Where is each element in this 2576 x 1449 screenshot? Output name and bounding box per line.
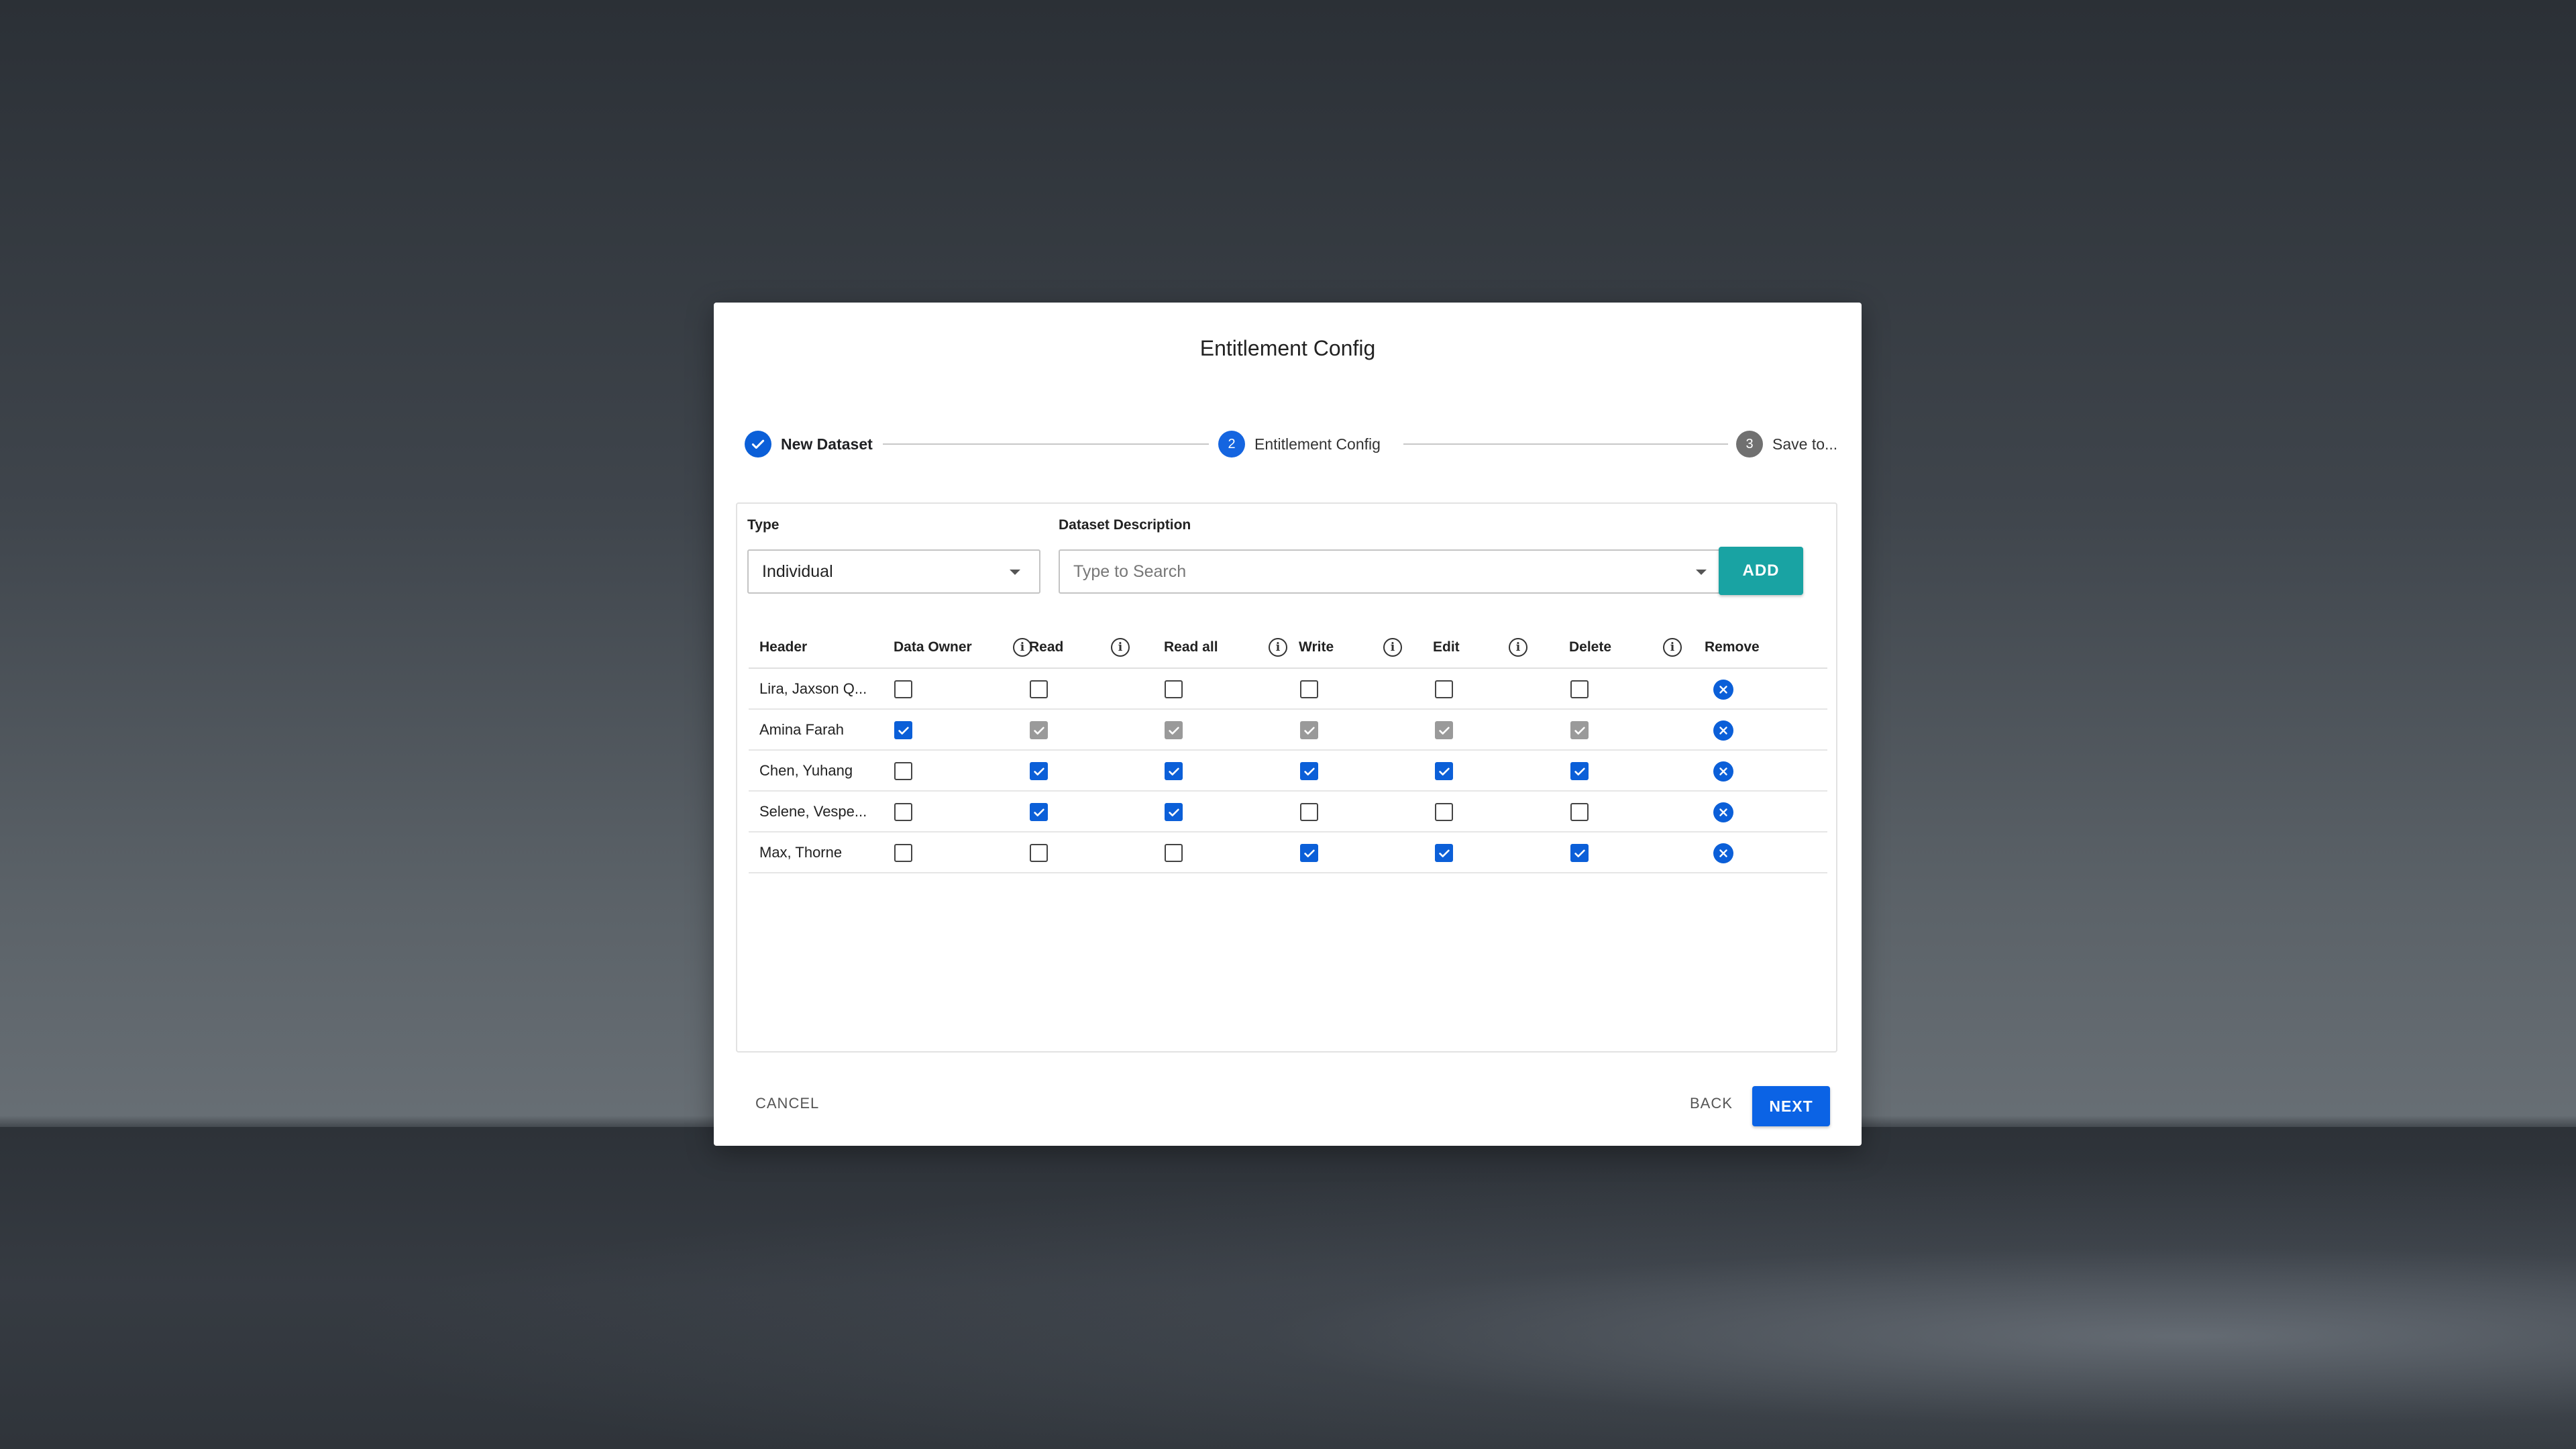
- step-label: New Dataset: [781, 435, 873, 453]
- table-row: Selene, Vespe...: [749, 792, 1827, 833]
- entitlement-panel: Type Individual Dataset Description Type…: [736, 502, 1837, 1053]
- info-icon[interactable]: i: [1663, 638, 1682, 657]
- type-value: Individual: [762, 561, 833, 581]
- row-name: Chen, Yuhang: [759, 762, 853, 779]
- back-button[interactable]: BACK: [1686, 1094, 1737, 1113]
- remove-circle-icon[interactable]: [1713, 843, 1733, 863]
- data-owner-checkbox[interactable]: [894, 680, 912, 698]
- table-row: Lira, Jaxson Q...: [749, 669, 1827, 710]
- edit-checkbox[interactable]: [1435, 680, 1453, 698]
- entitlement-config-dialog: Entitlement Config New Dataset 2 Entitle…: [714, 303, 1862, 1146]
- column-header-delete: Delete: [1569, 639, 1612, 655]
- type-select[interactable]: Individual: [747, 549, 1040, 594]
- check-icon: [745, 431, 771, 458]
- write-checkbox[interactable]: [1300, 844, 1318, 862]
- table-header-row: Header Data Owner i Read i Read all i Wr…: [749, 629, 1827, 669]
- write-checkbox[interactable]: [1300, 762, 1318, 780]
- dataset-description-label: Dataset Description: [1059, 517, 1191, 533]
- delete-checkbox[interactable]: [1570, 680, 1589, 698]
- remove-circle-icon[interactable]: [1713, 720, 1733, 741]
- type-label: Type: [747, 517, 780, 533]
- stepper: New Dataset 2 Entitlement Config 3 Save …: [745, 429, 1837, 459]
- delete-checkbox[interactable]: [1570, 803, 1589, 821]
- search-placeholder: Type to Search: [1073, 561, 1187, 581]
- column-header-read-all: Read all: [1164, 639, 1218, 655]
- step-new-dataset[interactable]: New Dataset: [745, 429, 873, 459]
- step-label: Save to...: [1772, 435, 1838, 453]
- info-icon[interactable]: i: [1269, 638, 1287, 657]
- step-entitlement-config[interactable]: 2 Entitlement Config: [1218, 429, 1381, 459]
- table-row: Chen, Yuhang: [749, 751, 1827, 792]
- caret-down-icon: [1696, 570, 1707, 575]
- background-floor: [0, 1127, 2576, 1449]
- row-name: Lira, Jaxson Q...: [759, 680, 867, 697]
- remove-circle-icon[interactable]: [1713, 802, 1733, 822]
- data-owner-checkbox[interactable]: [894, 803, 912, 821]
- data-owner-checkbox[interactable]: [894, 721, 912, 739]
- entitlement-table: Header Data Owner i Read i Read all i Wr…: [749, 629, 1827, 873]
- table-body: Lira, Jaxson Q... Amina Farah Chen, Yuhang…: [749, 669, 1827, 873]
- remove-circle-icon[interactable]: [1713, 680, 1733, 700]
- row-name: Max, Thorne: [759, 844, 843, 861]
- info-icon[interactable]: i: [1111, 638, 1130, 657]
- remove-circle-icon[interactable]: [1713, 761, 1733, 782]
- column-header-edit: Edit: [1433, 639, 1460, 655]
- table-row: Amina Farah: [749, 710, 1827, 751]
- step-connector: [1403, 443, 1728, 445]
- add-button[interactable]: ADD: [1719, 547, 1803, 595]
- edit-checkbox[interactable]: [1435, 803, 1453, 821]
- write-checkbox[interactable]: [1300, 803, 1318, 821]
- data-owner-checkbox[interactable]: [894, 762, 912, 780]
- read-checkbox[interactable]: [1030, 844, 1048, 862]
- delete-checkbox: [1570, 721, 1589, 739]
- data-owner-checkbox[interactable]: [894, 844, 912, 862]
- read-all-checkbox[interactable]: [1165, 680, 1183, 698]
- write-checkbox: [1300, 721, 1318, 739]
- row-name: Selene, Vespe...: [759, 803, 867, 820]
- dataset-description-search[interactable]: Type to Search: [1059, 549, 1727, 594]
- read-all-checkbox[interactable]: [1165, 844, 1183, 862]
- read-checkbox[interactable]: [1030, 803, 1048, 821]
- edit-checkbox: [1435, 721, 1453, 739]
- read-checkbox[interactable]: [1030, 762, 1048, 780]
- row-name: Amina Farah: [759, 721, 844, 738]
- delete-checkbox[interactable]: [1570, 844, 1589, 862]
- table-row: Max, Thorne: [749, 833, 1827, 873]
- info-icon[interactable]: i: [1509, 638, 1527, 657]
- read-checkbox[interactable]: [1030, 680, 1048, 698]
- read-all-checkbox: [1165, 721, 1183, 739]
- column-header-read: Read: [1029, 639, 1064, 655]
- dialog-title: Entitlement Config: [1199, 336, 1376, 360]
- info-icon[interactable]: i: [1383, 638, 1402, 657]
- column-header-header: Header: [759, 639, 808, 655]
- step-number-badge: 3: [1736, 431, 1763, 458]
- read-all-checkbox[interactable]: [1165, 803, 1183, 821]
- edit-checkbox[interactable]: [1435, 844, 1453, 862]
- column-header-write: Write: [1299, 639, 1334, 655]
- step-number-badge: 2: [1218, 431, 1245, 458]
- column-header-data-owner: Data Owner: [894, 639, 972, 655]
- step-connector: [883, 443, 1209, 445]
- next-button[interactable]: NEXT: [1752, 1086, 1830, 1126]
- step-save-to[interactable]: 3 Save to...: [1736, 429, 1837, 459]
- read-checkbox: [1030, 721, 1048, 739]
- write-checkbox[interactable]: [1300, 680, 1318, 698]
- read-all-checkbox[interactable]: [1165, 762, 1183, 780]
- step-label: Entitlement Config: [1254, 435, 1381, 453]
- cancel-button[interactable]: CANCEL: [751, 1094, 823, 1113]
- column-header-remove: Remove: [1705, 639, 1760, 655]
- caret-down-icon: [1010, 570, 1020, 575]
- edit-checkbox[interactable]: [1435, 762, 1453, 780]
- delete-checkbox[interactable]: [1570, 762, 1589, 780]
